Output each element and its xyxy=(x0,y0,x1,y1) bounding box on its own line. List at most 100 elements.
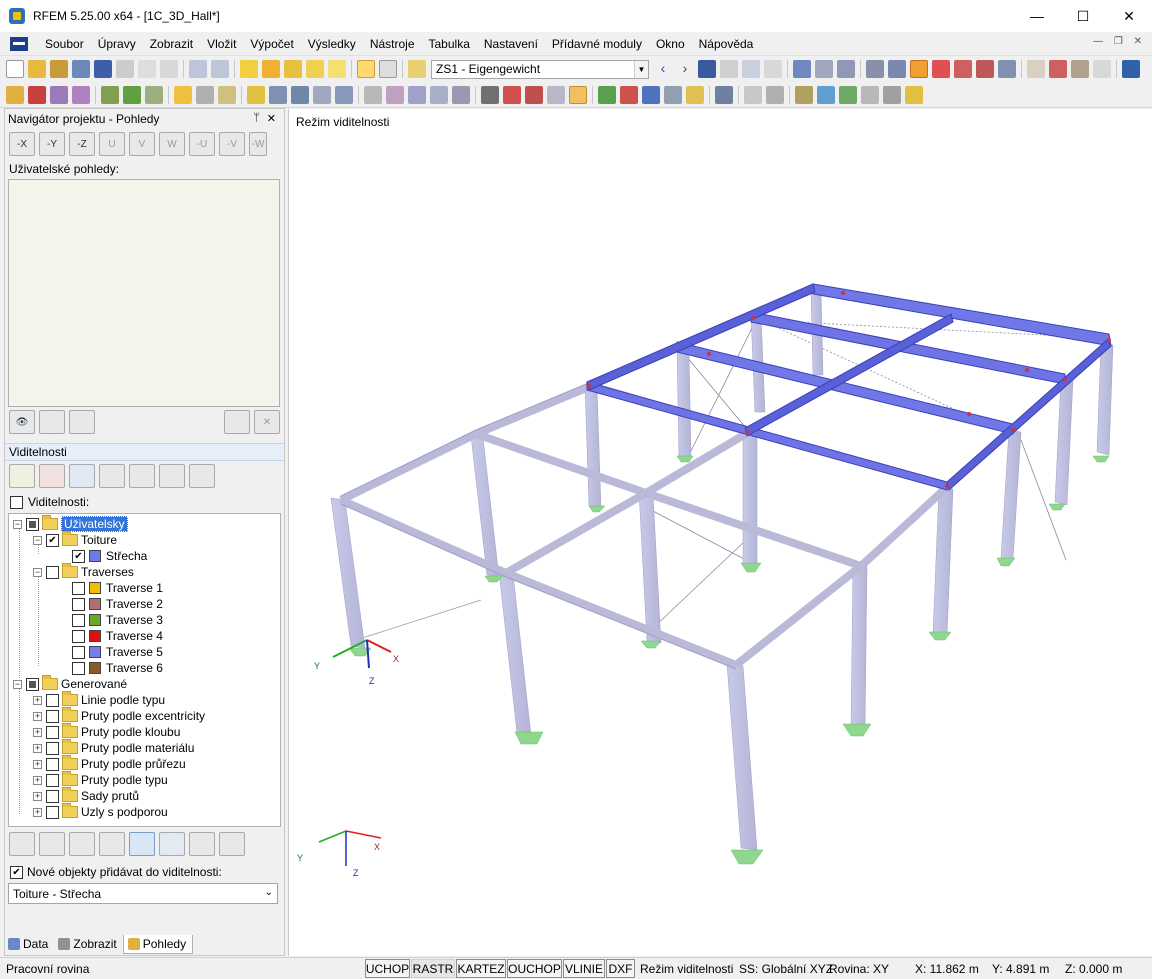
zoom-icon[interactable] xyxy=(503,85,521,104)
scale-icon[interactable] xyxy=(452,85,470,104)
rename-view-button[interactable] xyxy=(39,410,65,434)
visibility-edit-icon[interactable] xyxy=(99,464,125,488)
new-hinge-icon[interactable] xyxy=(123,85,141,104)
menu-vlozit[interactable]: Vložit xyxy=(200,33,243,55)
new-member-icon[interactable] xyxy=(50,85,68,104)
copy-icon[interactable] xyxy=(386,85,404,104)
undo-icon[interactable] xyxy=(189,60,207,78)
surface-view-icon[interactable] xyxy=(954,60,972,78)
guide-icon[interactable] xyxy=(817,85,835,104)
tree-node-traverse-2[interactable]: Traverse 2 xyxy=(72,596,163,612)
tree-node-uzly-s-podporou[interactable]: + Uzly s podporou xyxy=(33,803,168,820)
tree-checkbox[interactable]: ✔ xyxy=(72,549,85,563)
group-add-icon[interactable] xyxy=(189,832,215,856)
menu-vypocet[interactable]: Výpočet xyxy=(243,33,300,55)
mdi-window-controls[interactable]: — ❐ ✕ xyxy=(1093,36,1146,47)
group-icon[interactable] xyxy=(159,832,185,856)
clipping-icon[interactable] xyxy=(766,85,784,104)
delete-view-button[interactable]: ✕ xyxy=(254,410,280,434)
tree-node-traverses[interactable]: − Traverses xyxy=(33,563,134,580)
load-icon[interactable] xyxy=(174,85,192,104)
wireframe-icon[interactable] xyxy=(715,85,733,104)
export-icon[interactable] xyxy=(1122,60,1140,78)
calculate-icon[interactable] xyxy=(247,85,265,104)
print-report-icon[interactable] xyxy=(160,60,178,78)
tree-checkbox[interactable] xyxy=(46,725,59,739)
new-surface-icon[interactable] xyxy=(145,85,163,104)
guidelines-button[interactable]: VLINIE xyxy=(563,959,605,978)
view-minus-y-button[interactable]: -Y xyxy=(39,132,65,156)
load-case-select[interactable]: ZS1 - Eigengewicht ▼ xyxy=(431,59,649,79)
view-minus-v-button[interactable]: -V xyxy=(219,132,245,156)
menu-nastroje[interactable]: Nástroje xyxy=(363,33,422,55)
object-snap-button[interactable]: OUCHOP xyxy=(507,959,562,978)
tab-zobrazit[interactable]: Zobrazit xyxy=(54,935,122,953)
tree-node-traverse-5[interactable]: Traverse 5 xyxy=(72,644,163,660)
tree-node-strecha[interactable]: ✔ Střecha xyxy=(72,548,147,564)
view-x-icon[interactable] xyxy=(598,85,616,104)
structure-model[interactable] xyxy=(289,109,1152,956)
expand-icon[interactable]: + xyxy=(33,791,42,801)
show-results-icon[interactable] xyxy=(742,60,760,78)
print-graphic-icon[interactable] xyxy=(138,60,156,78)
tree-checkbox[interactable] xyxy=(26,677,39,691)
tree-node-pruty-podle-prurezu[interactable]: + Pruty podle průřezu xyxy=(33,755,186,772)
snap-button[interactable]: UCHOP xyxy=(365,959,410,978)
tree-node-uzivatelsky[interactable]: − Uživatelsky xyxy=(13,515,128,532)
cube-icon[interactable] xyxy=(839,85,857,104)
visibility-checkbox-row[interactable]: Viditelnosti: xyxy=(5,491,284,513)
table-toggle-icon[interactable] xyxy=(379,60,397,78)
expand-icon[interactable]: + xyxy=(33,727,42,737)
tree-checkbox[interactable] xyxy=(46,709,59,723)
animation-icon[interactable] xyxy=(793,60,811,78)
dimension-line-icon[interactable] xyxy=(795,85,813,104)
tab-pohledy[interactable]: Pohledy xyxy=(122,934,194,954)
maximize-button[interactable]: ☐ xyxy=(1060,0,1106,32)
menu-napoveda[interactable]: Nápověda xyxy=(692,33,761,55)
comment-icon[interactable] xyxy=(861,85,879,104)
isometric-view-icon[interactable] xyxy=(569,85,587,104)
expand-icon[interactable]: + xyxy=(33,743,42,753)
tree-node-linie-podle-typu[interactable]: + Linie podle typu xyxy=(33,691,165,708)
panel-icon[interactable] xyxy=(837,60,855,78)
measure-icon[interactable] xyxy=(481,85,499,104)
visibility-checkbox[interactable] xyxy=(10,495,23,509)
tree-checkbox[interactable] xyxy=(46,565,59,579)
tree-checkbox[interactable]: ✔ xyxy=(46,533,59,547)
section-cut-icon[interactable] xyxy=(744,85,762,104)
group-remove-icon[interactable] xyxy=(219,832,245,856)
visibility-mode-icon[interactable] xyxy=(910,60,928,78)
new-view-button[interactable]: 👁 xyxy=(9,410,35,434)
tree-checkbox[interactable] xyxy=(72,597,85,611)
hide-view-button[interactable] xyxy=(224,410,250,434)
select-icon[interactable] xyxy=(306,60,324,78)
results-icon[interactable] xyxy=(698,60,716,78)
tree-checkbox[interactable] xyxy=(46,741,59,755)
collapse-icon[interactable]: − xyxy=(13,679,22,689)
tree-checkbox[interactable] xyxy=(72,581,85,595)
redo-icon[interactable] xyxy=(211,60,229,78)
view-y-icon[interactable] xyxy=(620,85,638,104)
collapse-icon[interactable]: − xyxy=(33,567,42,577)
view-z-icon[interactable] xyxy=(642,85,660,104)
rotate-icon[interactable] xyxy=(408,85,426,104)
new-objects-checkbox[interactable]: ✔ xyxy=(10,865,23,879)
new-file-icon[interactable] xyxy=(6,60,24,78)
menu-tabulka[interactable]: Tabulka xyxy=(422,33,477,55)
navigator-toggle-icon[interactable] xyxy=(357,60,375,78)
grid-button[interactable]: RASTR xyxy=(411,959,455,978)
collapse-icon[interactable]: − xyxy=(33,535,42,545)
tree-checkbox[interactable] xyxy=(46,757,59,771)
next-icon[interactable]: › xyxy=(676,60,694,78)
calculate-all-icon[interactable] xyxy=(269,85,287,104)
tree-checkbox[interactable] xyxy=(46,773,59,787)
previous-icon[interactable]: ‹ xyxy=(654,60,672,78)
menu-upravy[interactable]: Úpravy xyxy=(91,33,143,55)
load-case-icon[interactable] xyxy=(408,60,426,78)
tree-checkbox[interactable] xyxy=(26,517,39,531)
view-3d-icon[interactable] xyxy=(547,85,565,104)
document-menu-icon[interactable] xyxy=(10,36,28,51)
tree-node-generovane[interactable]: − Generované xyxy=(13,675,127,692)
tree-checkbox[interactable] xyxy=(72,645,85,659)
menu-vysledky[interactable]: Výsledky xyxy=(301,33,363,55)
